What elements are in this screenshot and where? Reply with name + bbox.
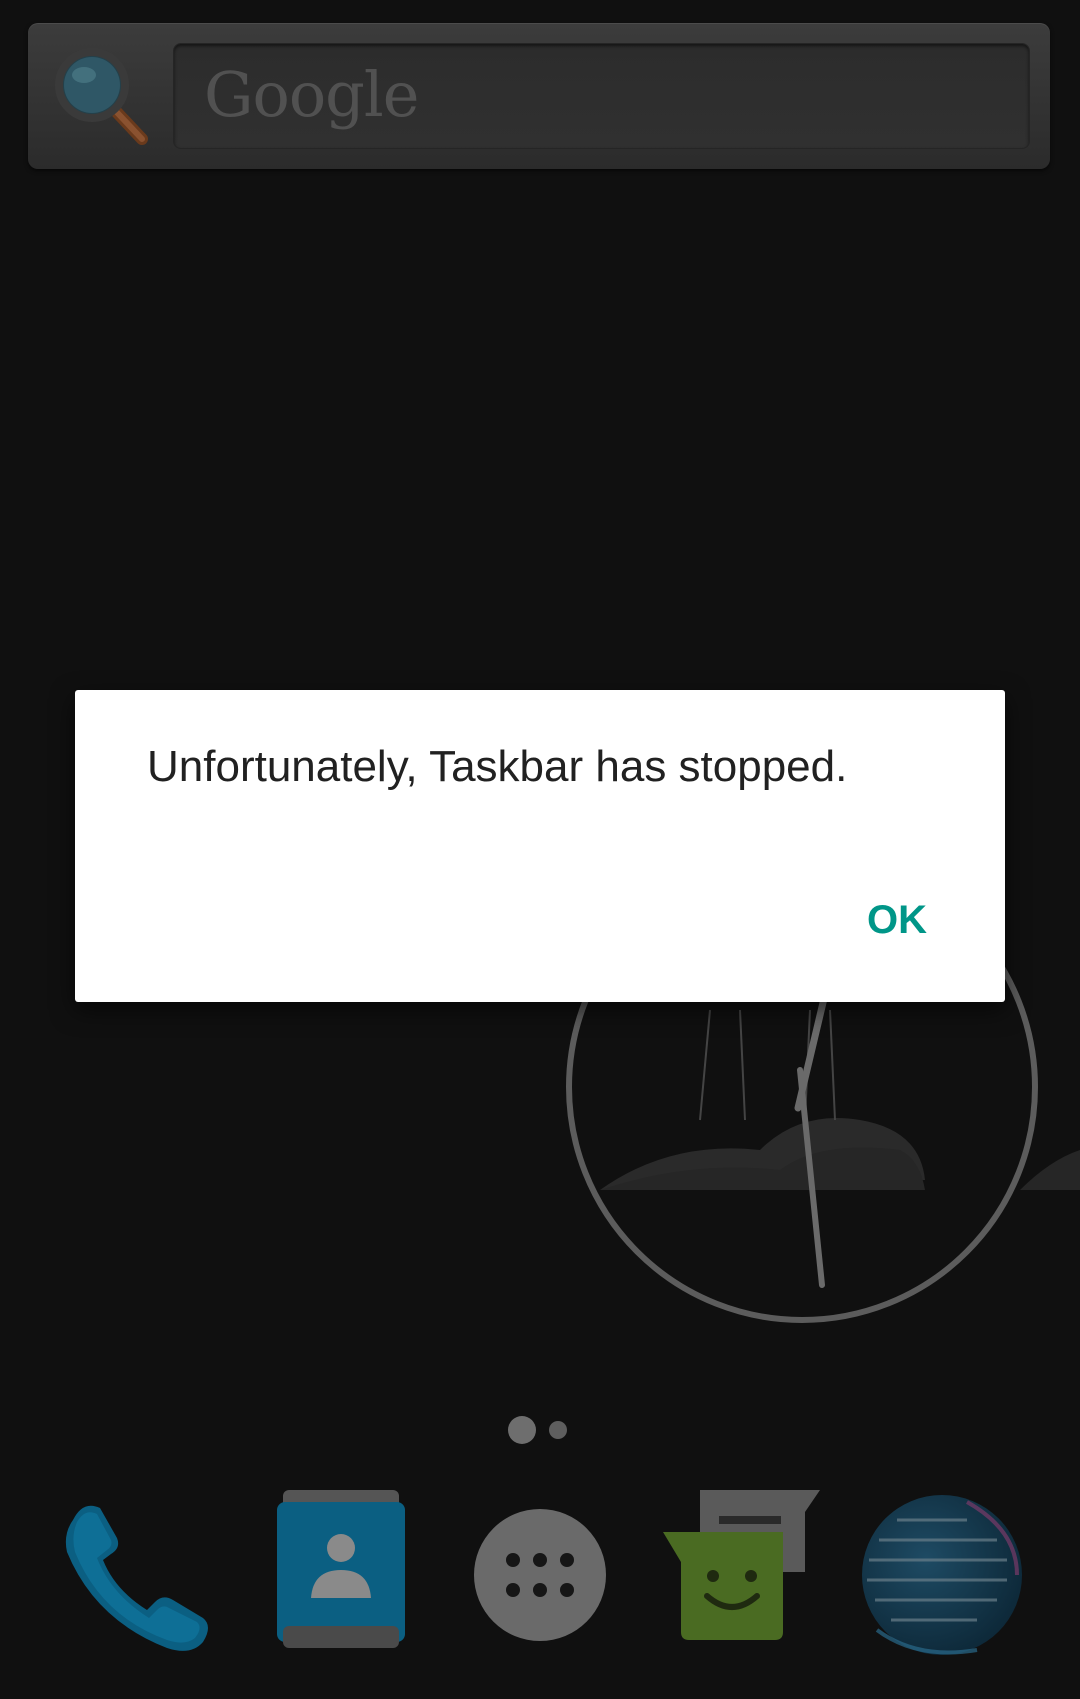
home-screen: Google Unfortunately, Taskbar has stoppe… [0, 0, 1080, 1699]
dock-item-contacts[interactable] [253, 1490, 423, 1660]
page-dot [549, 1421, 567, 1439]
dock-item-app-drawer[interactable] [455, 1490, 625, 1660]
dock-item-browser[interactable] [857, 1490, 1027, 1660]
page-dot-current [508, 1416, 536, 1444]
contacts-icon [253, 1490, 423, 1660]
app-crash-dialog: Unfortunately, Taskbar has stopped. OK [75, 690, 1005, 1002]
search-icon[interactable] [48, 41, 158, 151]
dialog-message: Unfortunately, Taskbar has stopped. [147, 742, 848, 791]
dock-item-messaging[interactable] [655, 1490, 825, 1660]
app-drawer-icon [455, 1490, 625, 1660]
search-input[interactable]: Google [173, 43, 1030, 149]
dock [0, 1480, 1080, 1660]
ok-button[interactable]: OK [807, 882, 927, 958]
dock-item-phone[interactable] [55, 1490, 225, 1660]
messaging-icon [655, 1490, 825, 1660]
page-indicator [0, 1412, 1080, 1446]
search-placeholder: Google [204, 58, 419, 131]
browser-globe-icon [857, 1490, 1027, 1660]
phone-icon [55, 1490, 225, 1660]
google-search-widget[interactable]: Google [28, 23, 1050, 169]
